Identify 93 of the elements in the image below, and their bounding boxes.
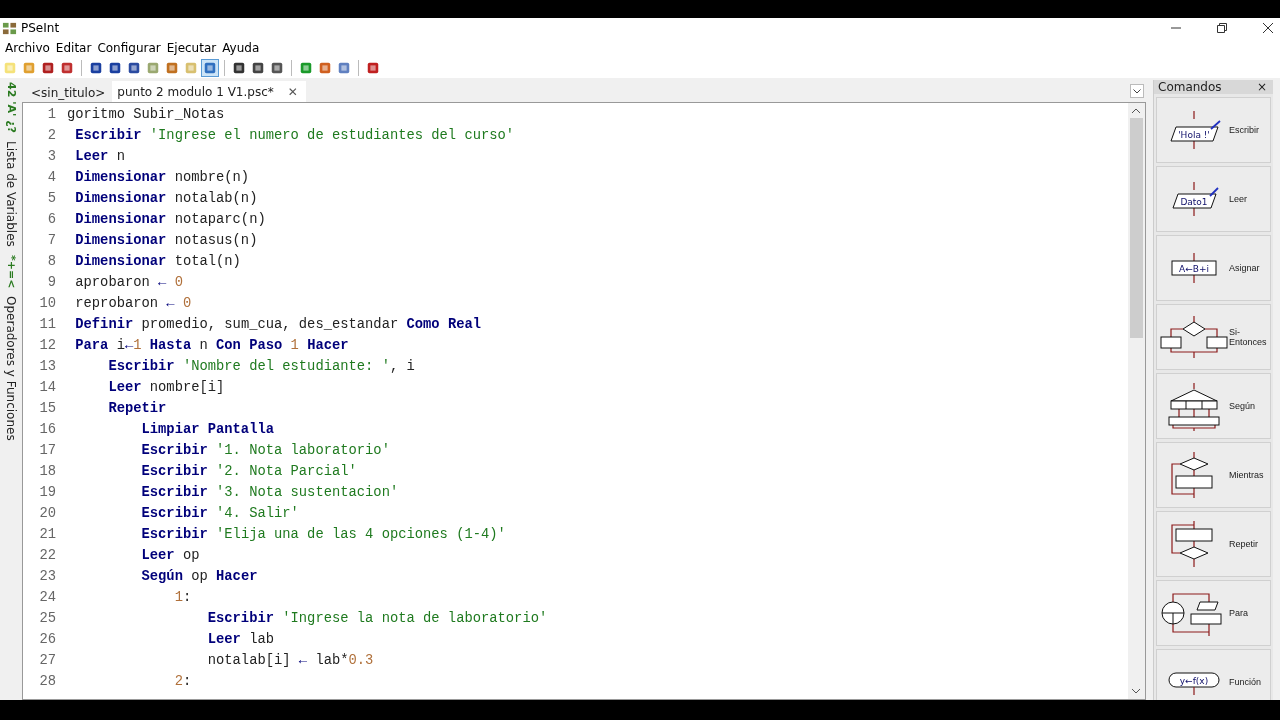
line-number: 28: [38, 674, 56, 689]
command-button[interactable]: A←B+i Asignar: [1156, 235, 1271, 301]
line-number: 1: [46, 107, 56, 122]
code-line: Escribir '2. Nota Parcial': [140, 464, 357, 479]
line-number: 19: [38, 485, 56, 500]
scroll-up-icon[interactable]: [1131, 107, 1141, 115]
command-button[interactable]: 'Hola !' Escribir: [1156, 97, 1271, 163]
code-line: 1:: [173, 590, 192, 605]
code-line: Escribir '3. Nota sustentacion': [140, 485, 399, 500]
code-line: Leer n: [74, 149, 125, 164]
code-line: Dimensionar notalab(n): [74, 191, 258, 206]
line-number: 9: [46, 275, 56, 290]
command-button[interactable]: y←f(x) Función: [1156, 649, 1271, 700]
menu-item[interactable]: Archivo: [2, 41, 53, 55]
line-number: 16: [38, 422, 56, 437]
code-line: reprobaron ← 0: [74, 296, 192, 311]
side-tab-icon[interactable]: *+=<: [4, 254, 18, 289]
code-line: Escribir 'Elija una de las 4 opciones (1-4)': [140, 527, 506, 542]
flowchart-drawing: Dato1: [1159, 174, 1229, 224]
line-number: 24: [38, 590, 56, 605]
line-number: 22: [38, 548, 56, 563]
line-number: 18: [38, 464, 56, 479]
panel-close-icon[interactable]: ×: [1256, 80, 1267, 94]
flowchart-drawing: 'Hola !': [1159, 105, 1229, 155]
code-line: Dimensionar total(n): [74, 254, 241, 269]
menu-item[interactable]: Ayuda: [219, 41, 263, 55]
close-tab-icon[interactable]: ✕: [287, 84, 298, 99]
app-logo-icon: [2, 20, 17, 36]
restore-icon[interactable]: [1216, 22, 1228, 34]
flowchart-drawing: A←B+i: [1159, 243, 1229, 293]
code-line: Dimensionar notasus(n): [74, 233, 258, 248]
scroll-down-icon[interactable]: [1131, 687, 1141, 695]
code-line: Limpiar Pantalla: [140, 422, 274, 437]
tab-label: punto 2 modulo 1 V1.psc*: [117, 84, 274, 99]
close-icon[interactable]: [1262, 22, 1274, 34]
line-number: 13: [38, 359, 56, 374]
code-line: Definir promedio, sum_cua, des_estandar Como Real: [74, 317, 481, 332]
line-number: 17: [38, 443, 56, 458]
line-number: 11: [38, 317, 56, 332]
command-button[interactable]: Dato1 Leer: [1156, 166, 1271, 232]
side-tab[interactable]: Operadores y Funciones: [4, 296, 18, 441]
code-line: Dimensionar notaparc(n): [74, 212, 266, 227]
command-button[interactable]: Si-Entonces: [1156, 304, 1271, 370]
code-line: Leer lab: [206, 632, 274, 647]
scrollbar[interactable]: [1128, 103, 1145, 699]
code-line: Leer nombre[i]: [107, 380, 225, 395]
dropdown-caret-icon[interactable]: [1130, 84, 1144, 98]
line-number: 3: [46, 149, 56, 164]
code-line: Repetir: [107, 401, 167, 416]
line-number: 5: [46, 191, 56, 206]
code-line: Leer op: [140, 548, 200, 563]
command-button[interactable]: Repetir: [1156, 511, 1271, 577]
code-line: Escribir 'Ingrese la nota de laboratorio': [206, 611, 548, 626]
line-number: 15: [38, 401, 56, 416]
line-number: 7: [46, 233, 56, 248]
code-line: Escribir 'Nombre del estudiante: ', i: [107, 359, 415, 374]
menu-item[interactable]: Ejecutar: [163, 41, 220, 55]
code-line: Dimensionar nombre(n): [74, 170, 250, 185]
code-line: Escribir '4. Salir': [140, 506, 299, 521]
line-number: 4: [46, 170, 56, 185]
code-line: goritmo Subir_Notas: [67, 107, 225, 122]
code-line: Escribir '1. Nota laboratorio': [140, 443, 390, 458]
file-tab[interactable]: punto 2 modulo 1 V1.psc* ✕: [112, 81, 306, 102]
line-number: 2: [46, 128, 56, 143]
code-line: 2:: [173, 674, 192, 689]
line-number: 27: [38, 653, 56, 668]
line-number: 21: [38, 527, 56, 542]
flowchart-drawing: y←f(x): [1159, 657, 1229, 700]
line-number: 26: [38, 632, 56, 647]
code-line: Para i←1 Hasta n Con Paso 1 Hacer: [74, 338, 349, 353]
command-button[interactable]: Para: [1156, 580, 1271, 646]
line-number: 6: [46, 212, 56, 227]
code-line: notalab[i] ← lab*0.3: [206, 653, 374, 668]
side-tab-icon[interactable]: 42 'A' ¿?: [4, 82, 18, 133]
code-line: Escribir 'Ingrese el numero de estudiantes del curso': [74, 128, 515, 143]
code-line: Según op Hacer: [140, 569, 258, 584]
line-number: 20: [38, 506, 56, 521]
line-number: 10: [38, 296, 56, 311]
command-button[interactable]: Según: [1156, 373, 1271, 439]
scroll-thumb[interactable]: [1130, 118, 1143, 338]
code-line: aprobaron ← 0: [74, 275, 183, 290]
menu-item[interactable]: Configurar: [94, 41, 164, 55]
panel-title: Comandos: [1158, 80, 1222, 94]
menu-item[interactable]: Editar: [52, 41, 95, 55]
line-number: 8: [46, 254, 56, 269]
line-number: 14: [38, 380, 56, 395]
side-tab[interactable]: Lista de Variables: [4, 141, 18, 247]
tab-label: <sin_titulo>: [31, 85, 106, 100]
window-title: PSeInt: [21, 21, 60, 35]
line-number: 12: [38, 338, 56, 353]
command-button[interactable]: Mientras: [1156, 442, 1271, 508]
line-number: 23: [38, 569, 56, 584]
line-number: 25: [38, 611, 56, 626]
